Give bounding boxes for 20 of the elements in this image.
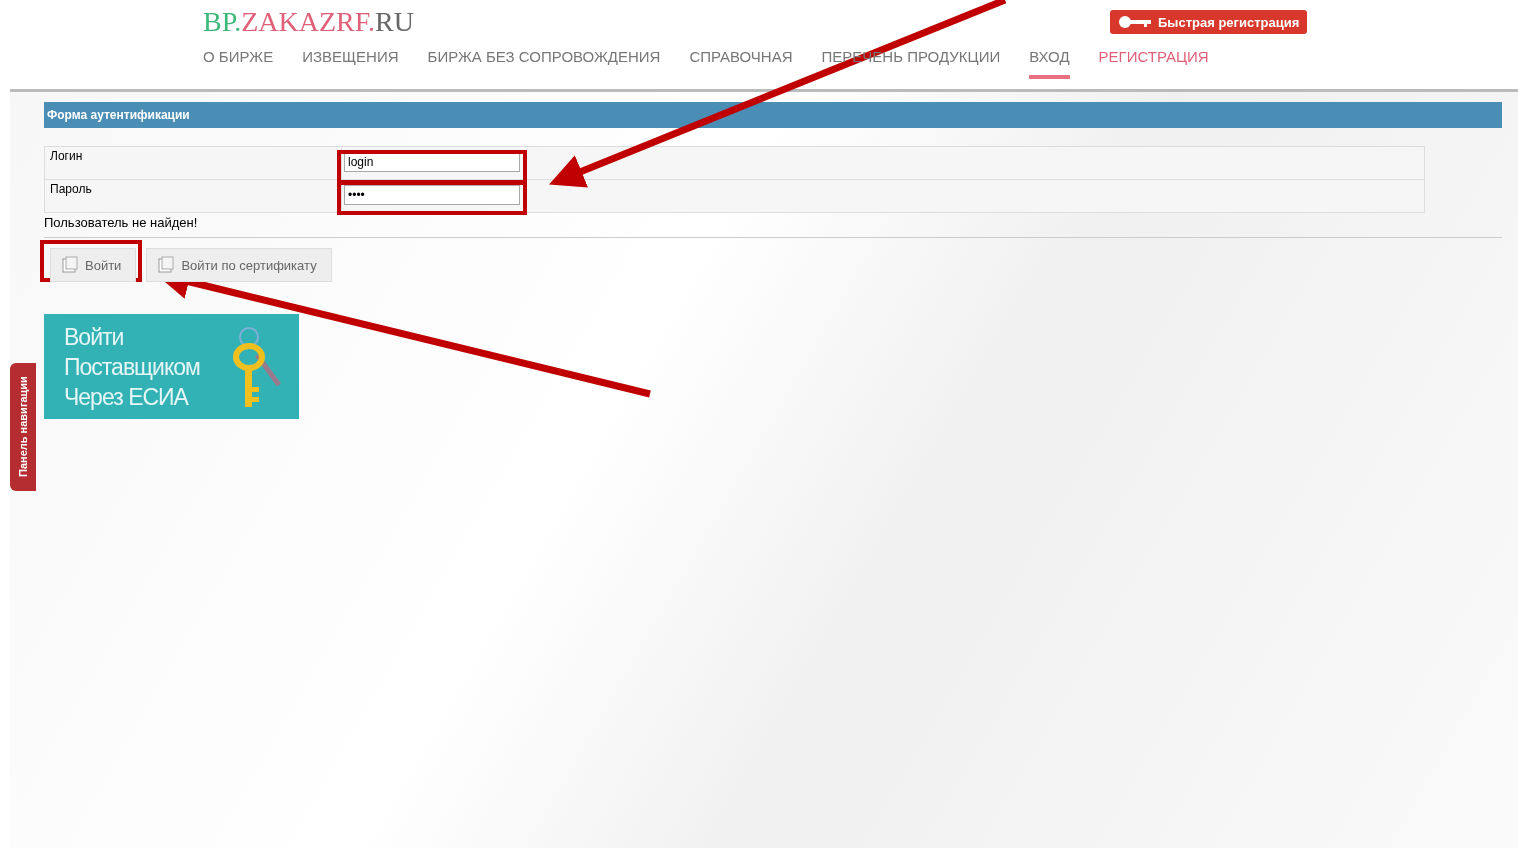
- input-field[interactable]: login: [344, 152, 520, 172]
- nav-link[interactable]: О БИРЖЕ: [203, 48, 274, 79]
- form-title-bar: Форма аутентификации: [44, 102, 1502, 128]
- document-icon: [157, 256, 176, 274]
- field-label: Логин: [44, 146, 342, 180]
- login-button[interactable]: Войти: [50, 248, 137, 282]
- nav-link[interactable]: ИЗВЕЩЕНИЯ: [302, 48, 399, 79]
- nav-link[interactable]: БИРЖА БЕЗ СОПРОВОЖДЕНИЯ: [427, 48, 661, 79]
- input-field[interactable]: ••••: [344, 185, 520, 205]
- field-label: Пароль: [44, 179, 342, 213]
- nav-link[interactable]: РЕГИСТРАЦИЯ: [1098, 48, 1209, 79]
- certificate-login-button[interactable]: Войти по сертификату: [146, 248, 332, 282]
- navigation-panel-tab[interactable]: Панель навигации: [10, 363, 36, 491]
- quick-registration-button[interactable]: Быстрая регистрация: [1110, 10, 1308, 34]
- key-icon: [1118, 15, 1152, 29]
- error-message: Пользователь не найден!: [44, 215, 198, 230]
- nav-link[interactable]: ВХОД: [1029, 48, 1070, 79]
- document-icon: [61, 256, 79, 274]
- site-logo[interactable]: BP.ZAKAZRF.RU: [203, 6, 414, 38]
- nav-link[interactable]: СПРАВОЧНАЯ: [689, 48, 793, 79]
